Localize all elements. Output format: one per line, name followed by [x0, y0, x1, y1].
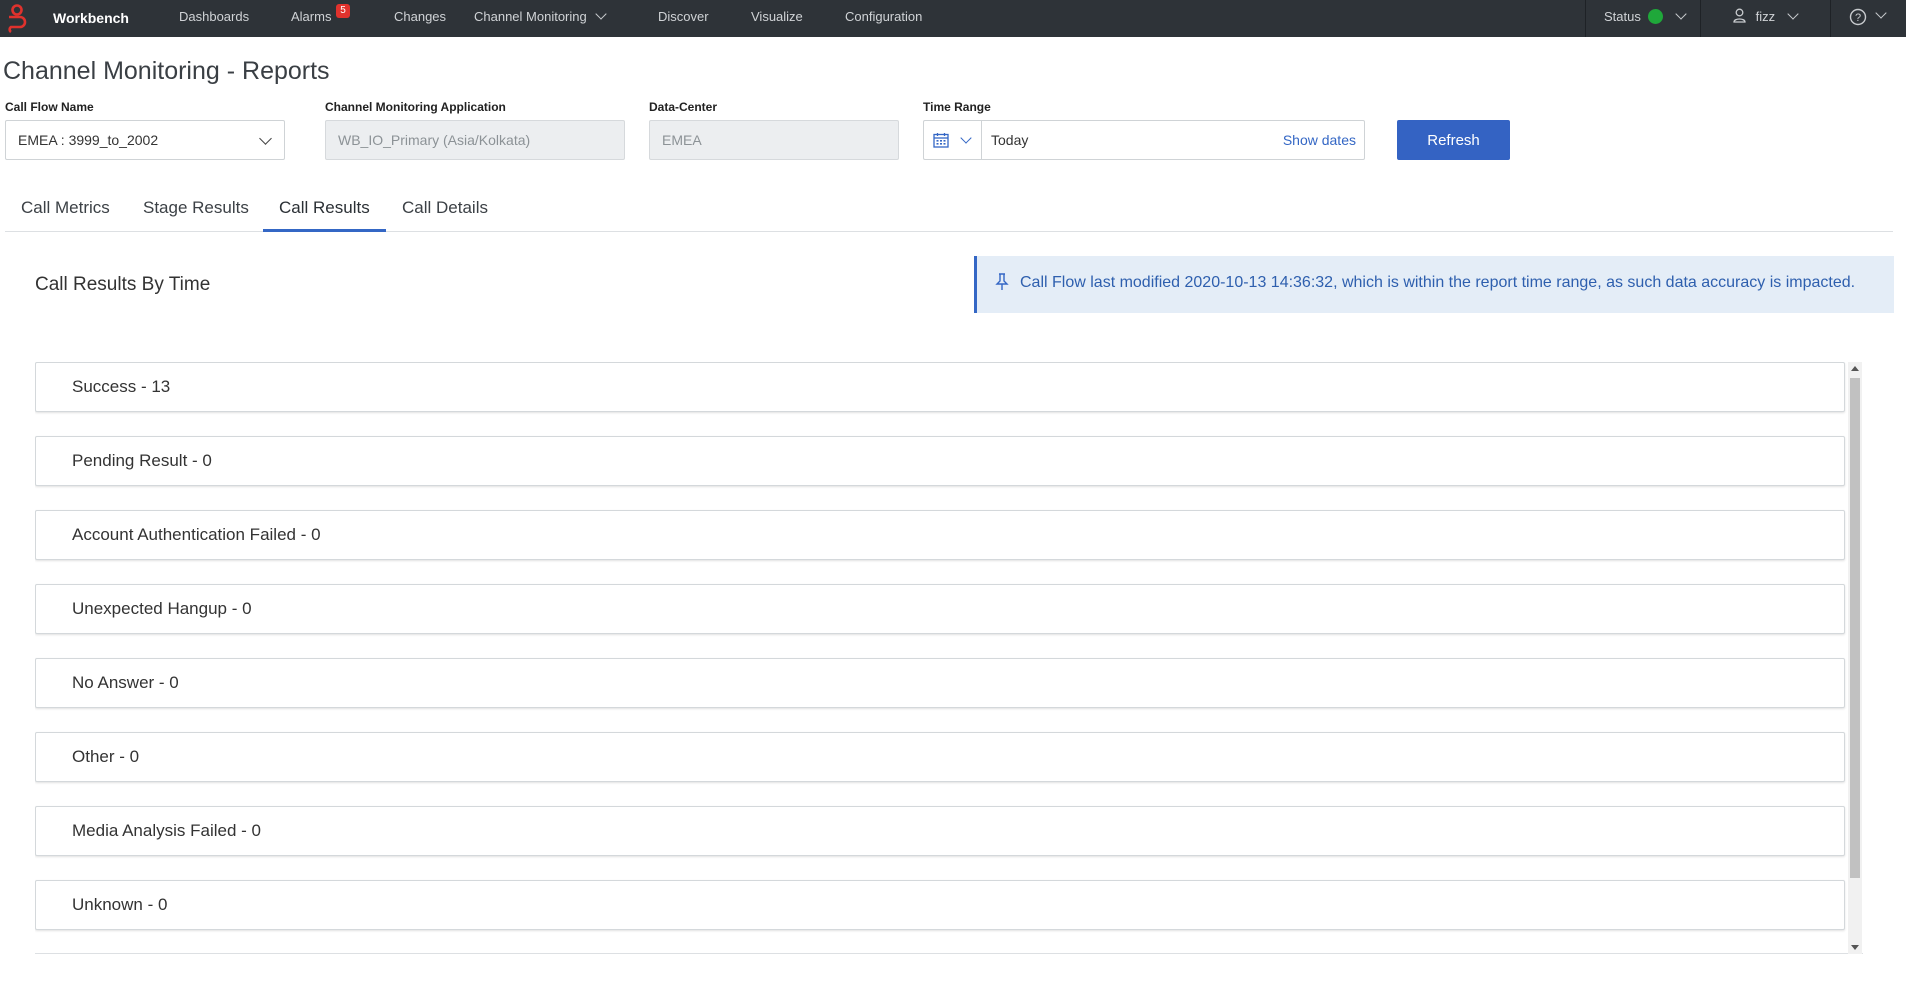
chevron-down-icon	[259, 132, 272, 145]
result-row-unknown[interactable]: Unknown - 0	[35, 880, 1845, 930]
result-row-pending[interactable]: Pending Result - 0	[35, 436, 1845, 486]
nav-channel-monitoring-label: Channel Monitoring	[474, 9, 587, 24]
chevron-down-icon	[595, 8, 607, 20]
nav-configuration[interactable]: Configuration	[845, 9, 922, 24]
status-label: Status	[1604, 9, 1641, 24]
chevron-down-icon	[1874, 7, 1887, 20]
application-label: Channel Monitoring Application	[325, 100, 506, 114]
chevron-down-icon	[1675, 8, 1687, 20]
genesys-logo-icon	[8, 4, 27, 33]
application-field: WB_IO_Primary (Asia/Kolkata)	[325, 120, 625, 160]
results-scrollbar[interactable]	[1848, 362, 1862, 954]
status-menu[interactable]: Status	[1604, 8, 1687, 25]
tab-call-metrics[interactable]: Call Metrics	[5, 190, 126, 232]
question-circle-icon: ?	[1849, 8, 1867, 26]
call-flow-name-select[interactable]: EMEA : 3999_to_2002	[5, 120, 285, 160]
nav-channel-monitoring[interactable]: Channel Monitoring	[474, 8, 607, 24]
result-row-media-analysis-failed[interactable]: Media Analysis Failed - 0	[35, 806, 1845, 856]
call-results-list: Success - 13 Pending Result - 0 Account …	[35, 362, 1863, 954]
result-row-success[interactable]: Success - 13	[35, 362, 1845, 412]
status-indicator-icon	[1648, 9, 1664, 25]
chevron-down-icon	[1787, 8, 1799, 20]
section-title: Call Results By Time	[35, 274, 211, 295]
result-row-unexpected-hangup[interactable]: Unexpected Hangup - 0	[35, 584, 1845, 634]
call-flow-name-value: EMEA : 3999_to_2002	[18, 132, 159, 148]
nav-visualize[interactable]: Visualize	[751, 9, 803, 24]
call-flow-name-label: Call Flow Name	[5, 100, 94, 114]
scroll-down-arrow-icon[interactable]	[1851, 945, 1859, 950]
time-range-label: Time Range	[923, 100, 991, 114]
scrollbar-thumb[interactable]	[1850, 378, 1860, 878]
nav-changes[interactable]: Changes	[394, 9, 446, 24]
nav-divider	[1830, 0, 1831, 37]
user-menu[interactable]: fizz	[1733, 8, 1799, 25]
calendar-icon	[933, 133, 949, 148]
time-range-picker-button[interactable]	[923, 120, 981, 160]
top-navigation-bar: Workbench Dashboards Alarms 5 Changes Ch…	[0, 0, 1906, 37]
data-accuracy-notice: Call Flow last modified 2020-10-13 14:36…	[974, 256, 1894, 313]
time-range-value: Today	[991, 132, 1029, 148]
result-row-no-answer[interactable]: No Answer - 0	[35, 658, 1845, 708]
tab-stage-results[interactable]: Stage Results	[127, 190, 265, 232]
nav-dashboards[interactable]: Dashboards	[179, 9, 249, 24]
data-center-field: EMEA	[649, 120, 899, 160]
tab-call-details[interactable]: Call Details	[386, 190, 504, 232]
brand-title[interactable]: Workbench	[53, 10, 129, 26]
refresh-button[interactable]: Refresh	[1397, 120, 1510, 160]
scroll-up-arrow-icon[interactable]	[1851, 366, 1859, 371]
report-tabs: Call Metrics Stage Results Call Results …	[5, 190, 1893, 232]
show-dates-link[interactable]: Show dates	[1283, 132, 1356, 148]
chevron-down-icon	[960, 132, 972, 144]
user-icon	[1733, 8, 1746, 23]
user-name: fizz	[1755, 9, 1776, 24]
data-center-label: Data-Center	[649, 100, 718, 114]
alarms-count-badge: 5	[336, 4, 350, 18]
pin-icon	[995, 273, 1009, 290]
time-range-field[interactable]: Today Show dates	[981, 120, 1365, 160]
notice-text: Call Flow last modified 2020-10-13 14:36…	[1020, 274, 1856, 291]
page-title: Channel Monitoring - Reports	[3, 57, 330, 85]
application-value: WB_IO_Primary (Asia/Kolkata)	[338, 132, 531, 148]
nav-discover[interactable]: Discover	[658, 9, 709, 24]
svg-text:?: ?	[1855, 12, 1861, 24]
result-row-auth-failed[interactable]: Account Authentication Failed - 0	[35, 510, 1845, 560]
nav-alarms-label: Alarms	[291, 9, 332, 24]
result-row-other[interactable]: Other - 0	[35, 732, 1845, 782]
data-center-value: EMEA	[662, 132, 702, 148]
nav-divider	[1585, 0, 1586, 37]
nav-divider	[1700, 0, 1701, 37]
help-menu[interactable]: ?	[1849, 7, 1887, 26]
nav-alarms[interactable]: Alarms	[291, 9, 331, 24]
tab-call-results[interactable]: Call Results	[263, 190, 386, 232]
